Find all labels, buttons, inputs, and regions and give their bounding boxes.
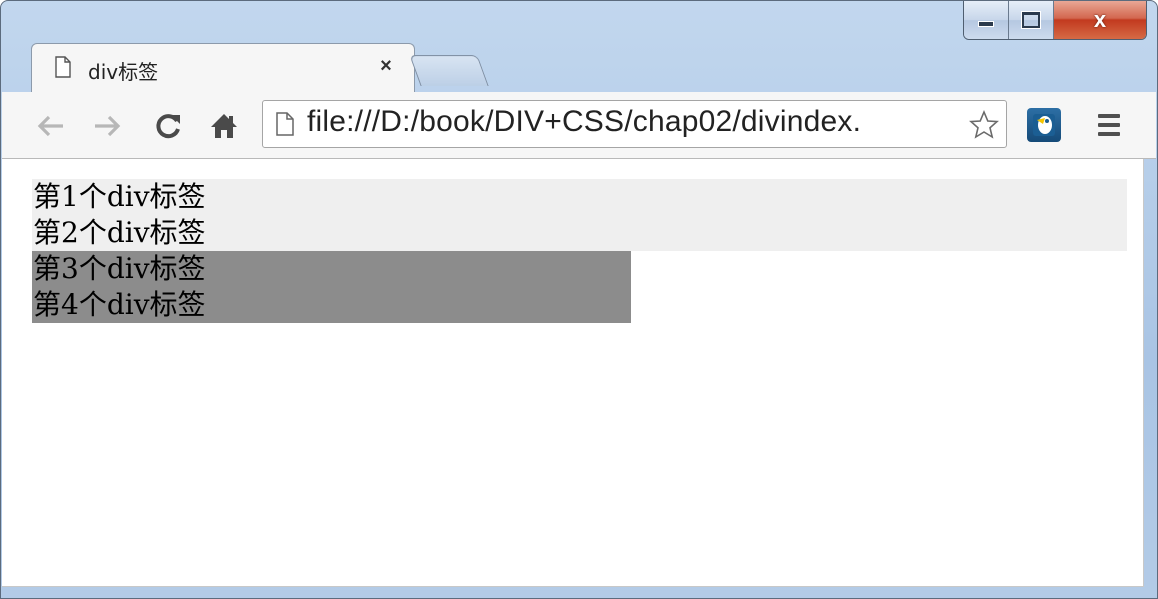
close-window-button[interactable]: x	[1054, 1, 1146, 39]
back-icon	[37, 115, 63, 137]
tab-close-button[interactable]: ×	[374, 54, 398, 78]
home-button[interactable]	[208, 110, 240, 142]
address-url: file:///D:/book/DIV+CSS/chap02/divindex.	[307, 105, 862, 138]
browser-tab[interactable]: div标签 ×	[31, 43, 415, 93]
minimize-button[interactable]	[964, 1, 1009, 39]
tab-title: div标签	[88, 60, 159, 84]
div-list: 第1个div标签 第2个div标签 第3个div标签 第4个div标签	[32, 179, 1127, 323]
browser-window: x div标签 × file:///D:/book/DIV+CSS/chap02…	[0, 0, 1158, 599]
maximize-icon	[1022, 12, 1040, 28]
window-caption-buttons: x	[963, 1, 1147, 40]
forward-icon	[95, 115, 121, 137]
div-block-2: 第2个div标签	[32, 215, 1127, 251]
extension-icon	[1033, 114, 1055, 136]
maximize-button[interactable]	[1009, 1, 1054, 39]
div-block-1: 第1个div标签	[32, 179, 1127, 215]
forward-button[interactable]	[92, 110, 124, 142]
reload-button[interactable]	[152, 110, 184, 142]
div-block-3: 第3个div标签	[32, 251, 631, 287]
back-button[interactable]	[34, 110, 66, 142]
address-bar[interactable]: file:///D:/book/DIV+CSS/chap02/divindex.	[262, 100, 1007, 148]
home-icon	[211, 114, 237, 138]
page-content: 第1个div标签 第2个div标签 第3个div标签 第4个div标签	[2, 159, 1144, 587]
page-icon	[276, 112, 294, 136]
menu-icon	[1098, 114, 1120, 136]
menu-button[interactable]	[1098, 114, 1120, 136]
new-tab-button[interactable]	[409, 55, 489, 86]
browser-toolbar: file:///D:/book/DIV+CSS/chap02/divindex.	[2, 92, 1156, 159]
div-block-4: 第4个div标签	[32, 287, 631, 323]
extension-button[interactable]	[1027, 108, 1061, 142]
page-icon	[55, 56, 71, 78]
reload-icon	[156, 114, 180, 139]
minimize-icon	[978, 21, 994, 27]
close-icon: x	[1093, 7, 1107, 32]
star-icon[interactable]	[968, 109, 1000, 141]
